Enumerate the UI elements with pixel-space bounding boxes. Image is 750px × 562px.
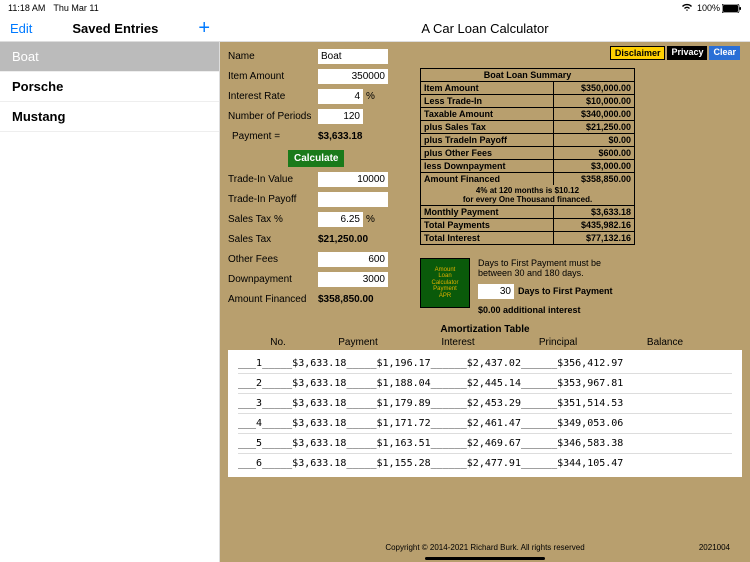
amort-row: ___4_____$3,633.18_____$1,171.72______$2… — [238, 414, 732, 434]
sidebar-title: Saved Entries — [32, 21, 198, 36]
header: Edit Saved Entries + A Car Loan Calculat… — [0, 16, 750, 42]
footer: Copyright © 2014-2021 Richard Burk. All … — [220, 543, 750, 552]
summary-row: Total Payments$435,982.16 — [421, 219, 634, 232]
periods-label: Number of Periods — [228, 111, 318, 122]
wifi-icon — [681, 3, 693, 14]
form: Name Item Amount Interest Rate% Number o… — [228, 48, 413, 308]
status-date: Thu Mar 11 — [53, 3, 98, 13]
days-input[interactable] — [478, 284, 514, 299]
fin-label: Amount Financed — [228, 294, 318, 305]
tradein-input[interactable] — [318, 172, 388, 187]
down-input[interactable] — [318, 272, 388, 287]
content: Disclaimer Privacy Clear Name Item Amoun… — [220, 42, 750, 562]
name-label: Name — [228, 51, 318, 62]
tax-label: Sales Tax — [228, 234, 318, 245]
amort-row: ___3_____$3,633.18_____$1,179.89______$2… — [238, 394, 732, 414]
disclaimer-button[interactable]: Disclaimer — [610, 46, 666, 60]
sidebar-item-mustang[interactable]: Mustang — [0, 102, 219, 132]
summary-row: less Downpayment$3,000.00 — [421, 160, 634, 173]
taxpct-label: Sales Tax % — [228, 214, 318, 225]
amort-row: ___2_____$3,633.18_____$1,188.04______$2… — [238, 374, 732, 394]
item-label: Item Amount — [228, 71, 318, 82]
summary-row: plus Other Fees$600.00 — [421, 147, 634, 160]
loan-summary: Boat Loan Summary Item Amount$350,000.00… — [420, 68, 635, 245]
down-label: Downpayment — [228, 274, 318, 285]
summary-row: plus TradeIn Payoff$0.00 — [421, 134, 634, 147]
clear-button[interactable]: Clear — [709, 46, 740, 60]
item-input[interactable] — [318, 69, 388, 84]
days-extra: $0.00 additional interest — [478, 305, 638, 315]
days-area: Days to First Payment must be between 30… — [478, 258, 638, 315]
tax-value: $21,250.00 — [318, 234, 368, 245]
name-input[interactable] — [318, 49, 388, 64]
sidebar-item-boat[interactable]: Boat — [0, 42, 219, 72]
summary-row: Total Interest$77,132.16 — [421, 232, 634, 244]
taxpct-input[interactable] — [318, 212, 363, 227]
sidebar-item-porsche[interactable]: Porsche — [0, 72, 219, 102]
summary-row: Amount Financed$358,850.00 — [421, 173, 634, 185]
tradein-label: Trade-In Value — [228, 174, 318, 185]
sidebar: Boat Porsche Mustang — [0, 42, 220, 562]
home-indicator[interactable] — [425, 557, 545, 560]
fin-value: $358,850.00 — [318, 294, 374, 305]
app-title: A Car Loan Calculator — [220, 16, 750, 41]
summary-title: Boat Loan Summary — [421, 69, 634, 82]
payment-value: $3,633.18 — [318, 131, 363, 142]
periods-input[interactable] — [318, 109, 363, 124]
summary-row: Item Amount$350,000.00 — [421, 82, 634, 95]
summary-row: Less Trade-In$10,000.00 — [421, 95, 634, 108]
status-time: 11:18 AM — [8, 3, 45, 13]
payment-label: Payment = — [228, 131, 318, 142]
rate-input[interactable] — [318, 89, 363, 104]
add-button[interactable]: + — [198, 17, 210, 40]
edit-button[interactable]: Edit — [10, 21, 32, 36]
amort-row: ___1_____$3,633.18_____$1,196.17______$2… — [238, 354, 732, 374]
summary-row: Taxable Amount$340,000.00 — [421, 108, 634, 121]
amort-title: Amortization Table — [228, 324, 742, 335]
amortization-table: Amortization Table No. Payment Interest … — [228, 324, 742, 477]
app-icon: AmountLoanCalculatorPaymentAPR — [420, 258, 470, 308]
payoff-label: Trade-In Payoff — [228, 194, 318, 205]
calculate-button[interactable]: Calculate — [288, 150, 344, 167]
status-bar: 11:18 AM Thu Mar 11 100% — [0, 0, 750, 16]
privacy-button[interactable]: Privacy — [667, 46, 707, 60]
summary-note: 4% at 120 months is $10.12 for every One… — [421, 185, 634, 206]
fees-label: Other Fees — [228, 254, 318, 265]
amort-row: ___5_____$3,633.18_____$1,163.51______$2… — [238, 434, 732, 454]
battery-icon: 100% — [697, 3, 742, 13]
summary-row: Monthly Payment$3,633.18 — [421, 206, 634, 219]
fees-input[interactable] — [318, 252, 388, 267]
summary-row: plus Sales Tax$21,250.00 — [421, 121, 634, 134]
rate-label: Interest Rate — [228, 91, 318, 102]
amort-row: ___6_____$3,633.18_____$1,155.28______$2… — [238, 454, 732, 473]
days-label: Days to First Payment — [518, 286, 613, 296]
payoff-input[interactable] — [318, 192, 388, 207]
